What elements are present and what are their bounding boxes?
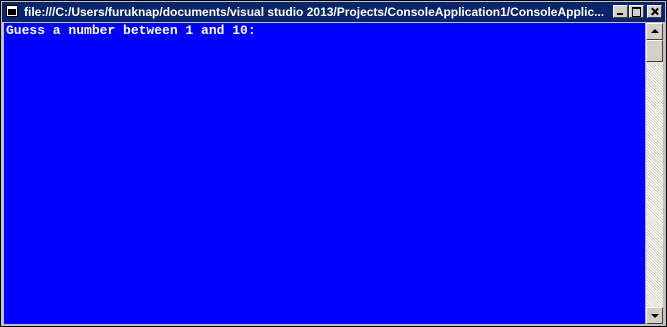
scroll-thumb[interactable] (646, 40, 663, 62)
maximize-button[interactable] (629, 5, 644, 18)
window-title: file:///C:/Users/furuknap/documents/visu… (24, 5, 605, 19)
console-output-area[interactable]: Guess a number between 1 and 10: (4, 23, 645, 324)
vertical-scrollbar[interactable] (646, 23, 663, 324)
scroll-down-button[interactable] (646, 307, 663, 324)
close-button[interactable] (647, 5, 662, 18)
title-bar[interactable]: file:///C:/Users/furuknap/documents/visu… (2, 2, 665, 22)
console-line: Guess a number between 1 and 10: (6, 23, 256, 38)
scroll-up-button[interactable] (646, 23, 663, 40)
minimize-button[interactable] (613, 5, 628, 18)
console-window-icon[interactable] (6, 5, 18, 17)
console-window: file:///C:/Users/furuknap/documents/visu… (0, 0, 667, 327)
